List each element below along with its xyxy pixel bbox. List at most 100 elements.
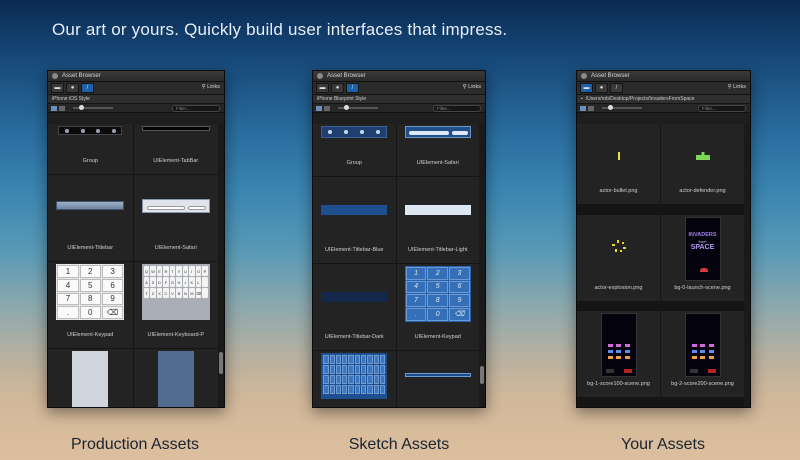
asset-item[interactable]: bg-1-score100-scene.png [577, 311, 660, 398]
key [361, 375, 367, 384]
key [367, 375, 373, 384]
library-select[interactable]: iPhone iOS Style [48, 95, 224, 104]
list-view-icon[interactable] [324, 105, 330, 111]
zoom-slider-knob[interactable] [608, 105, 613, 110]
asset-item[interactable]: Group [48, 124, 133, 174]
scrollbar[interactable] [218, 124, 224, 407]
scroll-thumb[interactable] [219, 352, 223, 374]
key: 7 [57, 292, 79, 306]
library-name: iPhone Blueprint Style [317, 96, 367, 102]
zoom-slider[interactable] [602, 105, 642, 110]
key [348, 355, 354, 364]
safari-thumbnail [141, 199, 210, 213]
asset-item[interactable]: UIElement-TabBar [133, 124, 218, 174]
key [323, 385, 329, 394]
key [367, 355, 373, 364]
key: E [156, 266, 163, 276]
links-button[interactable]: ⚲ Links [202, 84, 220, 90]
asset-item[interactable]: actor-defender.png [661, 124, 744, 204]
key: 5 [427, 280, 449, 293]
asset-item[interactable] [133, 349, 218, 407]
zoom-slider-knob[interactable] [344, 105, 349, 110]
links-button[interactable]: ⚲ Links [463, 84, 481, 90]
key [361, 385, 367, 394]
user-icon[interactable]: ● [331, 83, 344, 93]
list-view-icon[interactable] [59, 105, 65, 111]
asset-item[interactable]: bg-2-score200-scene.png [661, 311, 744, 398]
links-label: Links [207, 84, 220, 90]
links-button[interactable]: ⚲ Links [728, 84, 746, 90]
key: ⇧ [143, 288, 150, 298]
asset-item[interactable]: 1 2 3 4 5 6 7 8 9. 0 ⌫ UIElement-Keypad [396, 264, 479, 350]
key [361, 355, 367, 364]
panel-toolbar: ▬ ● / ⚲ Links [577, 82, 750, 95]
folder-path[interactable]: ▪ /Users/rob/Desktop/Projects/InvadersFr… [577, 95, 750, 104]
key [373, 355, 379, 364]
asset-item[interactable]: UIElement-Titlebar [48, 175, 133, 261]
game-scene-thumbnail [684, 313, 721, 378]
panel-title: Asset Browser [591, 73, 630, 79]
user-icon[interactable]: ● [66, 83, 79, 93]
invaders-title-line1: INVADERS [688, 231, 717, 238]
folder-icon[interactable]: ▬ [316, 83, 329, 93]
key: 4 [57, 278, 79, 292]
titlebar-thumbnail [56, 201, 125, 210]
user-icon[interactable]: ● [595, 83, 608, 93]
asset-item[interactable] [396, 351, 479, 407]
brush-icon[interactable]: / [81, 83, 94, 93]
grid-view-icon[interactable] [580, 105, 586, 111]
asset-item[interactable] [48, 349, 133, 407]
list-view-icon[interactable] [588, 105, 594, 111]
zoom-slider[interactable] [73, 105, 113, 110]
grid-view-icon[interactable] [316, 105, 322, 111]
asset-label: Group [82, 158, 98, 164]
key [342, 355, 348, 364]
brush-icon[interactable]: / [346, 83, 359, 93]
tabbar-thumbnail [141, 126, 210, 131]
zoom-slider[interactable] [338, 105, 378, 110]
scrollbar[interactable] [744, 124, 750, 407]
panel-titlebar: Asset Browser [313, 71, 485, 82]
key: 9 [449, 294, 470, 307]
asset-grid: actor-bullet.png actor-defender.png acto… [577, 124, 744, 407]
asset-item[interactable]: INVADERS from SPACE bg-0-launch-scene.pn… [661, 214, 744, 301]
scroll-thumb[interactable] [480, 366, 484, 384]
asset-item[interactable]: actor-explosion.png [577, 214, 660, 301]
asset-browser-production: Asset Browser ▬ ● / ⚲ Links iPhone iOS S… [47, 70, 225, 408]
key: F [163, 277, 169, 287]
titlebar-thumbnail [321, 292, 388, 302]
brush-icon[interactable]: / [610, 83, 623, 93]
filter-input[interactable]: Filter... [698, 105, 746, 112]
key: ⌫ [195, 288, 202, 298]
close-icon[interactable] [581, 73, 587, 79]
key [373, 385, 379, 394]
close-icon[interactable] [52, 73, 58, 79]
caption-sketch: Sketch Assets [348, 436, 450, 453]
asset-item[interactable]: UIElement-Titlebar-Blue [313, 177, 396, 263]
filter-input[interactable]: Filter... [172, 105, 220, 112]
folder-icon[interactable]: ▬ [51, 83, 64, 93]
asset-item[interactable]: Group [313, 124, 396, 176]
bullet-sprite [617, 152, 620, 160]
asset-item[interactable]: 1 2 3 4 5 6 7 8 9. 0 ⌫ UIElement-Keypad [48, 262, 133, 348]
asset-item[interactable]: UIElement-Safari [133, 175, 218, 261]
filter-input[interactable]: Filter... [433, 105, 481, 112]
asset-item[interactable] [313, 351, 396, 407]
library-select[interactable]: iPhone Blueprint Style [313, 95, 485, 104]
key [323, 355, 329, 364]
folder-icon[interactable]: ▬ [580, 83, 593, 93]
key: O [195, 266, 202, 276]
scrollbar[interactable] [479, 124, 485, 407]
zoom-slider-knob[interactable] [79, 105, 84, 110]
asset-item[interactable]: Q W E R T Y U I O P A S D F G H J K L ⇧ Z X C V B N M ⌫ UIElement-K… [133, 262, 218, 348]
key [354, 355, 361, 364]
grid-view-icon[interactable] [51, 105, 57, 111]
close-icon[interactable] [317, 73, 323, 79]
asset-item[interactable]: UIElement-Safari [396, 124, 479, 176]
asset-item[interactable]: UIElement-Titlebar-Light [396, 177, 479, 263]
asset-item[interactable]: actor-bullet.png [577, 124, 660, 204]
page-headline: Our art or yours. Quickly build user int… [52, 20, 508, 39]
key [361, 365, 367, 374]
asset-item[interactable]: UIElement-Titlebar-Dark [313, 264, 396, 350]
library-name: iPhone iOS Style [52, 96, 90, 102]
